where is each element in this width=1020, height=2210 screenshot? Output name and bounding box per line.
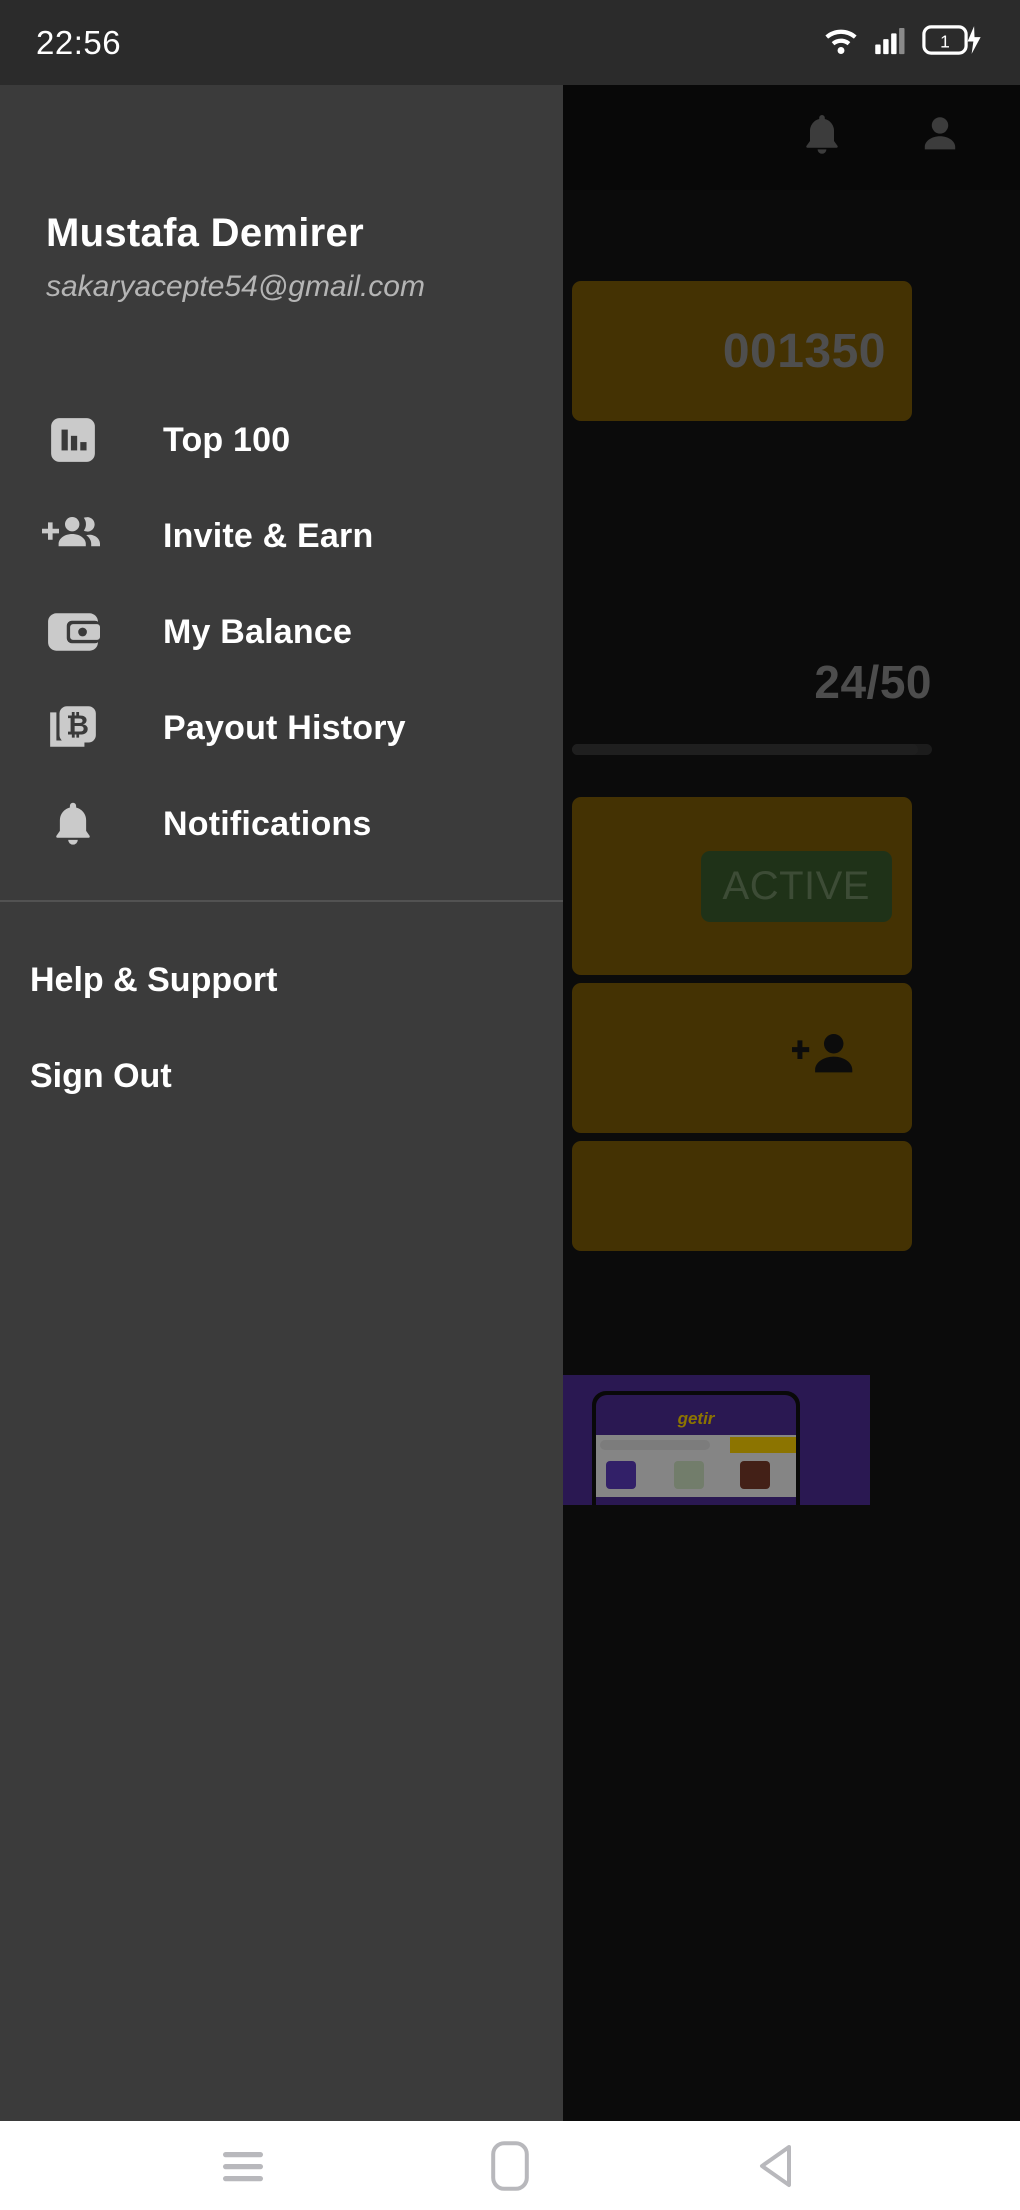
person-add-group-icon xyxy=(36,512,110,560)
menu-item-help-support[interactable]: Help & Support xyxy=(0,932,563,1028)
back-button[interactable] xyxy=(753,2142,801,2190)
charging-bolt-icon xyxy=(967,26,981,54)
menu-item-label: My Balance xyxy=(163,612,353,651)
menu-item-label: Help & Support xyxy=(30,960,278,999)
recents-button[interactable] xyxy=(219,2144,267,2188)
menu-item-payout-history[interactable]: ₿ Payout History xyxy=(0,680,563,776)
bottom-navigation-bar xyxy=(0,2121,1020,2210)
menu-item-my-balance[interactable]: My Balance xyxy=(0,584,563,680)
menu-item-top-100[interactable]: Top 100 xyxy=(0,392,563,488)
drawer-header: Mustafa Demirer sakaryacepte54@gmail.com xyxy=(0,85,563,304)
menu-item-label: Notifications xyxy=(163,804,372,843)
bitcoin-cards-icon: ₿ xyxy=(36,702,110,754)
drawer-menu: Top 100 Invite & Earn My Balance ₿ Payou… xyxy=(0,392,563,872)
battery-icon: 1 xyxy=(922,24,984,61)
menu-item-label: Sign Out xyxy=(30,1056,172,1095)
home-button[interactable] xyxy=(489,2140,531,2192)
user-email: sakaryacepte54@gmail.com xyxy=(46,270,425,303)
drawer-footer: Help & Support Sign Out xyxy=(0,902,563,1124)
menu-item-label: Payout History xyxy=(163,708,406,747)
svg-text:₿: ₿ xyxy=(66,709,89,742)
battery-level-label: 1 xyxy=(940,31,950,51)
status-time: 22:56 xyxy=(36,23,122,61)
cellular-signal-icon xyxy=(874,25,908,60)
user-name: Mustafa Demirer xyxy=(46,211,364,255)
menu-item-notifications[interactable]: Notifications xyxy=(0,776,563,872)
status-bar: 22:56 1 xyxy=(0,0,1020,85)
menu-item-label: Invite & Earn xyxy=(163,516,374,555)
menu-item-invite-earn[interactable]: Invite & Earn xyxy=(0,488,563,584)
menu-item-sign-out[interactable]: Sign Out xyxy=(0,1028,563,1124)
wifi-icon xyxy=(822,25,860,60)
navigation-drawer: Mustafa Demirer sakaryacepte54@gmail.com… xyxy=(0,85,563,2121)
bar-chart-icon xyxy=(36,415,110,465)
phone-screen: 001350 24/50 ACTIVE getir Mustafa Demire… xyxy=(0,0,1020,2210)
bell-icon xyxy=(36,797,110,851)
menu-item-label: Top 100 xyxy=(163,420,291,459)
status-icons: 1 xyxy=(822,24,984,61)
wallet-icon xyxy=(36,607,110,657)
